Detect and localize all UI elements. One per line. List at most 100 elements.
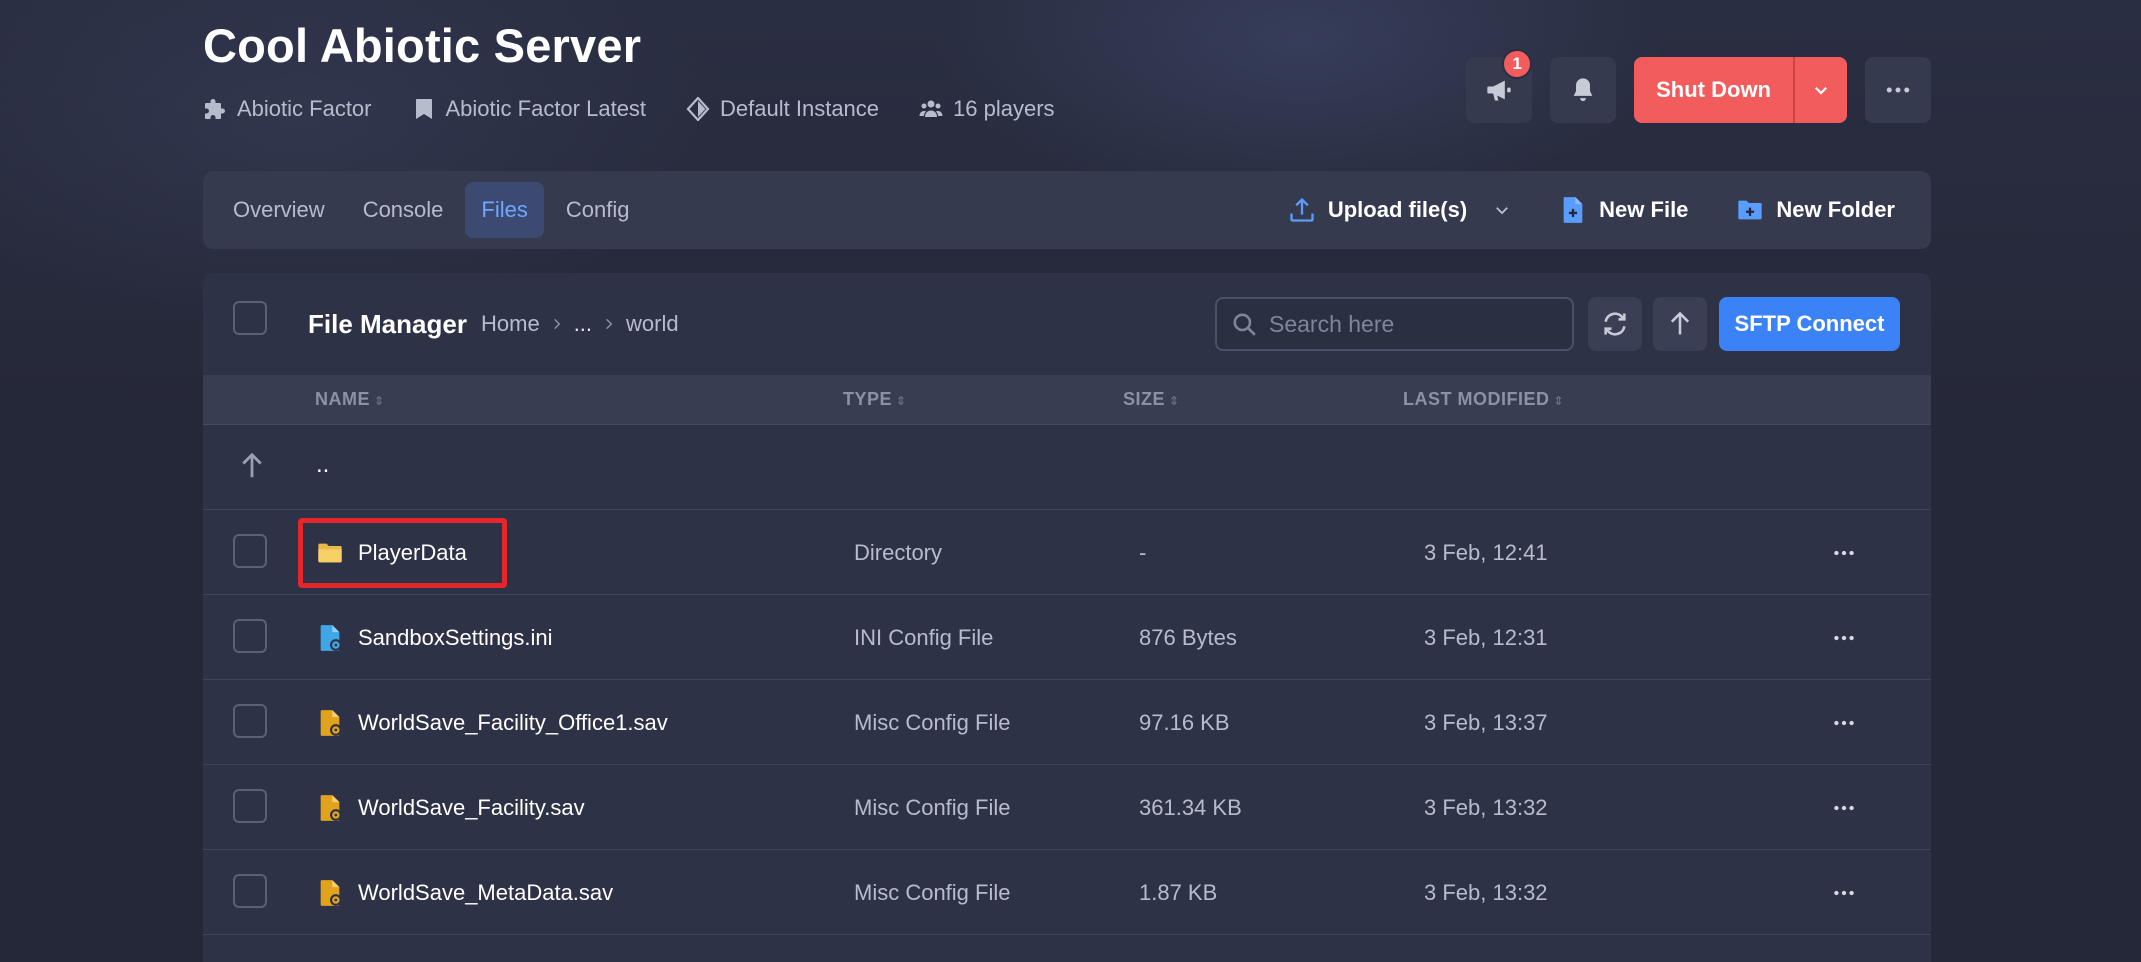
ini-file-icon [320,624,342,651]
column-type[interactable]: TYPE ⇕ [843,389,907,410]
users-icon [919,100,943,117]
search-input[interactable] [1269,310,1559,338]
file-name[interactable]: WorldSave_MetaData.sav [316,850,613,935]
bookmark-icon [415,99,432,119]
new-folder-icon [1738,200,1763,220]
page-title: Cool Abiotic Server [203,19,642,72]
parent-directory-row[interactable]: .. [203,425,1931,510]
row-checkbox[interactable] [233,704,267,738]
table-row[interactable]: WorldSave_MetaData.sav Misc Config File … [203,850,1931,935]
ellipsis-icon [1834,805,1854,811]
config-file-icon [320,879,342,906]
tab-overview[interactable]: Overview [217,182,341,238]
row-actions-button[interactable] [1826,878,1862,908]
select-all-checkbox[interactable] [233,301,267,335]
tabs: Overview Console Files Config [217,182,645,238]
folder-icon [318,543,342,562]
column-size[interactable]: SIZE ⇕ [1123,389,1180,410]
file-manager-title: File Manager [308,309,467,339]
upload-files-label: Upload file(s) [1327,197,1468,222]
new-file-label: New File [1599,197,1689,222]
meta-version-label: Abiotic Factor Latest [445,96,647,121]
meta-version: Abiotic Factor Latest [412,96,647,122]
announcements-button[interactable]: 1 [1466,49,1533,123]
tab-bar: Overview Console Files Config Upload fil… [203,171,1931,249]
file-name[interactable]: SandboxSettings.ini [316,595,552,680]
arrow-up-icon [237,451,267,486]
new-file-button[interactable]: New File [1559,196,1688,224]
meta-instance-label: Default Instance [720,96,880,121]
file-name[interactable]: PlayerData [316,510,467,595]
upload-icon [1290,197,1314,222]
sftp-connect-button[interactable]: SFTP Connect [1719,297,1900,351]
row-actions-button[interactable] [1826,708,1862,738]
go-up-button[interactable] [1653,297,1707,351]
meta-game: Abiotic Factor [203,96,372,122]
megaphone-icon [1487,80,1511,101]
row-checkbox[interactable] [233,534,267,568]
file-size: 361.34 KB [1139,795,1242,820]
header-actions: 1 Shut Down [1466,49,1931,123]
tab-console[interactable]: Console [347,182,460,238]
tab-files[interactable]: Files [465,182,544,238]
refresh-button[interactable] [1588,297,1642,351]
chevron-right-icon [550,317,564,331]
table-row[interactable]: PlayerData Directory - 3 Feb, 12:41 [203,510,1931,595]
more-options-button[interactable] [1865,57,1931,123]
bell-icon [1573,78,1593,102]
ellipsis-icon [1886,87,1910,93]
parent-directory-label: .. [316,451,330,478]
file-manager-panel: File Manager Home ... world SFTP Connect… [203,273,1931,962]
ellipsis-icon [1834,720,1854,726]
column-name[interactable]: NAME ⇕ [315,389,385,410]
file-actions: Upload file(s) New File New Folder [1288,171,1895,249]
file-size: 97.16 KB [1139,710,1230,735]
chevron-right-icon [602,317,616,331]
puzzle-icon [205,99,225,119]
ellipsis-icon [1834,890,1854,896]
file-type: Misc Config File [854,710,1011,735]
file-modified: 3 Feb, 12:41 [1424,540,1548,565]
search-box [1215,297,1574,351]
shutdown-menu-toggle[interactable] [1793,57,1847,123]
file-type: INI Config File [854,625,994,650]
meta-instance: Default Instance [686,96,879,122]
notifications-button[interactable] [1550,57,1617,123]
file-type: Misc Config File [854,795,1011,820]
ellipsis-icon [1834,635,1854,641]
row-checkbox[interactable] [233,619,267,653]
file-size: 1.87 KB [1139,880,1218,905]
breadcrumb-world[interactable]: world [626,311,679,337]
shutdown-split-button: Shut Down [1634,57,1847,123]
diamond-icon [686,97,710,121]
file-name[interactable]: WorldSave_Facility_Office1.sav [316,680,668,765]
row-actions-button[interactable] [1826,623,1862,653]
new-folder-label: New Folder [1776,197,1895,222]
config-file-icon [320,709,342,736]
chevron-down-icon [1496,207,1509,215]
table-row[interactable]: SandboxSettings.ini INI Config File 876 … [203,595,1931,680]
chevron-down-icon [1814,86,1828,95]
shutdown-button[interactable]: Shut Down [1634,57,1793,123]
row-checkbox[interactable] [233,874,267,908]
server-meta: Abiotic Factor Abiotic Factor Latest Def… [203,96,1055,122]
file-name[interactable]: WorldSave_Facility.sav [316,765,585,850]
upload-menu-toggle[interactable] [1493,201,1511,219]
row-checkbox[interactable] [233,789,267,823]
row-actions-button[interactable] [1826,793,1862,823]
table-row[interactable]: WorldSave_Facility.sav Misc Config File … [203,765,1931,850]
file-size: 876 Bytes [1139,625,1237,650]
tab-config[interactable]: Config [550,182,646,238]
file-type: Directory [854,540,943,565]
breadcrumb-home[interactable]: Home [481,311,540,337]
ellipsis-icon [1834,550,1854,556]
table-header: NAME ⇕ TYPE ⇕ SIZE ⇕ LAST MODIFIED ⇕ [203,375,1931,425]
row-actions-button[interactable] [1826,538,1862,568]
upload-files-button[interactable]: Upload file(s) [1288,196,1511,224]
new-folder-button[interactable]: New Folder [1736,196,1895,224]
file-manager-header: File Manager Home ... world SFTP Connect [203,273,1931,375]
breadcrumb: Home ... world [481,311,679,337]
table-row[interactable]: WorldSave_Facility_Office1.sav Misc Conf… [203,680,1931,765]
breadcrumb-ellipsis[interactable]: ... [574,311,592,337]
column-last-modified[interactable]: LAST MODIFIED ⇕ [1403,389,1564,410]
